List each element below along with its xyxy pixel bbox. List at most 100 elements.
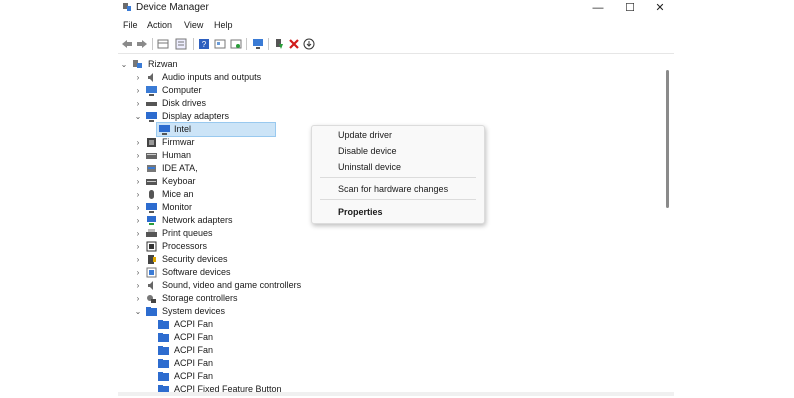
chevron-right-icon[interactable]: › [134,149,142,162]
chevron-down-icon[interactable]: ⌄ [120,58,128,71]
device-manager-icon [123,3,131,11]
chevron-down-icon[interactable]: ⌄ [134,305,142,318]
disk-icon [146,102,157,106]
close-button[interactable]: ✕ [644,0,676,16]
ide-icon [147,165,156,172]
tree-category-label: System devices [162,306,226,316]
resources-icon[interactable] [214,38,226,50]
security-icon [148,255,156,264]
tree-device-label: ACPI Fan [174,319,214,329]
folder-icon [158,346,169,355]
cpu-icon [146,241,157,252]
svg-text:?: ? [202,40,207,49]
tree-device-acpi-fan[interactable]: ACPI Fan [158,331,438,344]
tree-category-storage-controllers[interactable]: › Storage controllers [134,292,434,305]
menu-view[interactable]: View [184,20,203,30]
help-icon[interactable]: ? [198,38,210,50]
context-separator [320,199,476,200]
tree-category-label: Computer [162,85,202,95]
chevron-right-icon[interactable]: › [134,71,142,84]
tree-device-acpi-fan[interactable]: ACPI Fan [158,344,438,357]
tree-category-system-devices[interactable]: ⌄ System devices [134,305,434,318]
update-driver-icon[interactable] [273,38,285,50]
keyboard-icon [146,153,157,159]
chevron-right-icon[interactable]: › [134,136,142,149]
forward-icon[interactable] [136,38,148,50]
device-view-icon[interactable] [175,38,187,50]
tree-device-acpi-fan[interactable]: ACPI Fan [158,357,438,370]
tree-device-acpi-fan[interactable]: ACPI Fan [158,370,438,383]
tree-category-label: Human [162,150,192,160]
window-title: Device Manager [136,2,209,13]
printer-icon [146,229,157,237]
speaker-icon [148,73,153,82]
maximize-button[interactable]: ☐ [614,0,646,16]
context-uninstall-device[interactable]: Uninstall device [338,162,401,172]
vertical-scrollbar[interactable] [666,70,669,208]
chevron-right-icon[interactable]: › [134,227,142,240]
tree-category-label: Firmwar [162,137,195,147]
tree-category-security-devices[interactable]: › Security devices [134,253,434,266]
menu-file[interactable]: File [123,20,138,30]
context-scan-hardware[interactable]: Scan for hardware changes [338,184,448,194]
tree-device-label: ACPI Fan [174,345,214,355]
details-icon[interactable] [230,38,242,50]
chevron-right-icon[interactable]: › [134,84,142,97]
tree-category-label: Security devices [162,254,228,264]
network-icon [147,216,156,225]
context-update-driver[interactable]: Update driver [338,130,392,140]
tree-category-label: Sound, video and game controllers [162,280,302,290]
folder-icon [158,320,169,329]
folder-icon [158,372,169,381]
chevron-right-icon[interactable]: › [134,292,142,305]
firmware-icon [147,138,156,147]
tree-category-audio[interactable]: › Audio inputs and outputs [134,71,434,84]
chevron-down-icon[interactable]: ⌄ [134,110,142,123]
tree-category-software-devices[interactable]: › Software devices [134,266,434,279]
properties-grid-icon[interactable] [157,38,169,50]
software-icon [146,267,157,278]
computer-root-icon [133,60,142,68]
toolbar-separator [193,38,194,50]
keyboard-icon [146,179,157,185]
chevron-right-icon[interactable]: › [134,253,142,266]
chevron-right-icon[interactable]: › [134,266,142,279]
tree-category-print-queues[interactable]: › Print queues [134,227,434,240]
display-icon [159,125,170,135]
minimize-button[interactable]: — [582,0,614,16]
tree-device-label: ACPI Fixed Feature Button [174,384,282,392]
folder-icon [158,333,169,342]
tree-root[interactable]: ⌄ Rizwan [120,58,320,71]
chevron-right-icon[interactable]: › [134,279,142,292]
menu-action[interactable]: Action [147,20,172,30]
chevron-right-icon[interactable]: › [134,240,142,253]
context-properties[interactable]: Properties [338,207,383,217]
tree-category-label: Storage controllers [162,293,238,303]
tree-root-label: Rizwan [148,59,178,69]
chevron-right-icon[interactable]: › [134,201,142,214]
disable-device-icon[interactable] [303,38,315,50]
chevron-right-icon[interactable]: › [134,175,142,188]
tree-category-disk-drives[interactable]: › Disk drives [134,97,434,110]
folder-icon [158,385,169,392]
tree-device-acpi-fixed-feature-button[interactable]: ACPI Fixed Feature Button [158,383,438,392]
folder-icon [146,307,157,316]
chevron-right-icon[interactable]: › [134,188,142,201]
tree-category-processors[interactable]: › Processors [134,240,434,253]
menu-help[interactable]: Help [214,20,233,30]
tree-category-computer[interactable]: › Computer [134,84,434,97]
chevron-right-icon[interactable]: › [134,162,142,175]
horizontal-scrollbar[interactable] [118,392,674,396]
context-disable-device[interactable]: Disable device [338,146,397,156]
chevron-right-icon[interactable]: › [134,97,142,110]
back-icon[interactable] [121,38,133,50]
context-menu: Update driver Disable device Uninstall d… [311,125,485,224]
tree-device-intel-selected[interactable]: Intel [156,122,276,137]
tree-device-acpi-fan[interactable]: ACPI Fan [158,318,438,331]
chevron-right-icon[interactable]: › [134,214,142,227]
uninstall-icon[interactable] [288,38,300,50]
monitor-scan-icon[interactable] [252,38,264,50]
tree-category-sound-video[interactable]: › Sound, video and game controllers [134,279,434,292]
folder-icon [158,359,169,368]
device-manager-window: Device Manager — ☐ ✕ File Action View He… [118,0,674,398]
